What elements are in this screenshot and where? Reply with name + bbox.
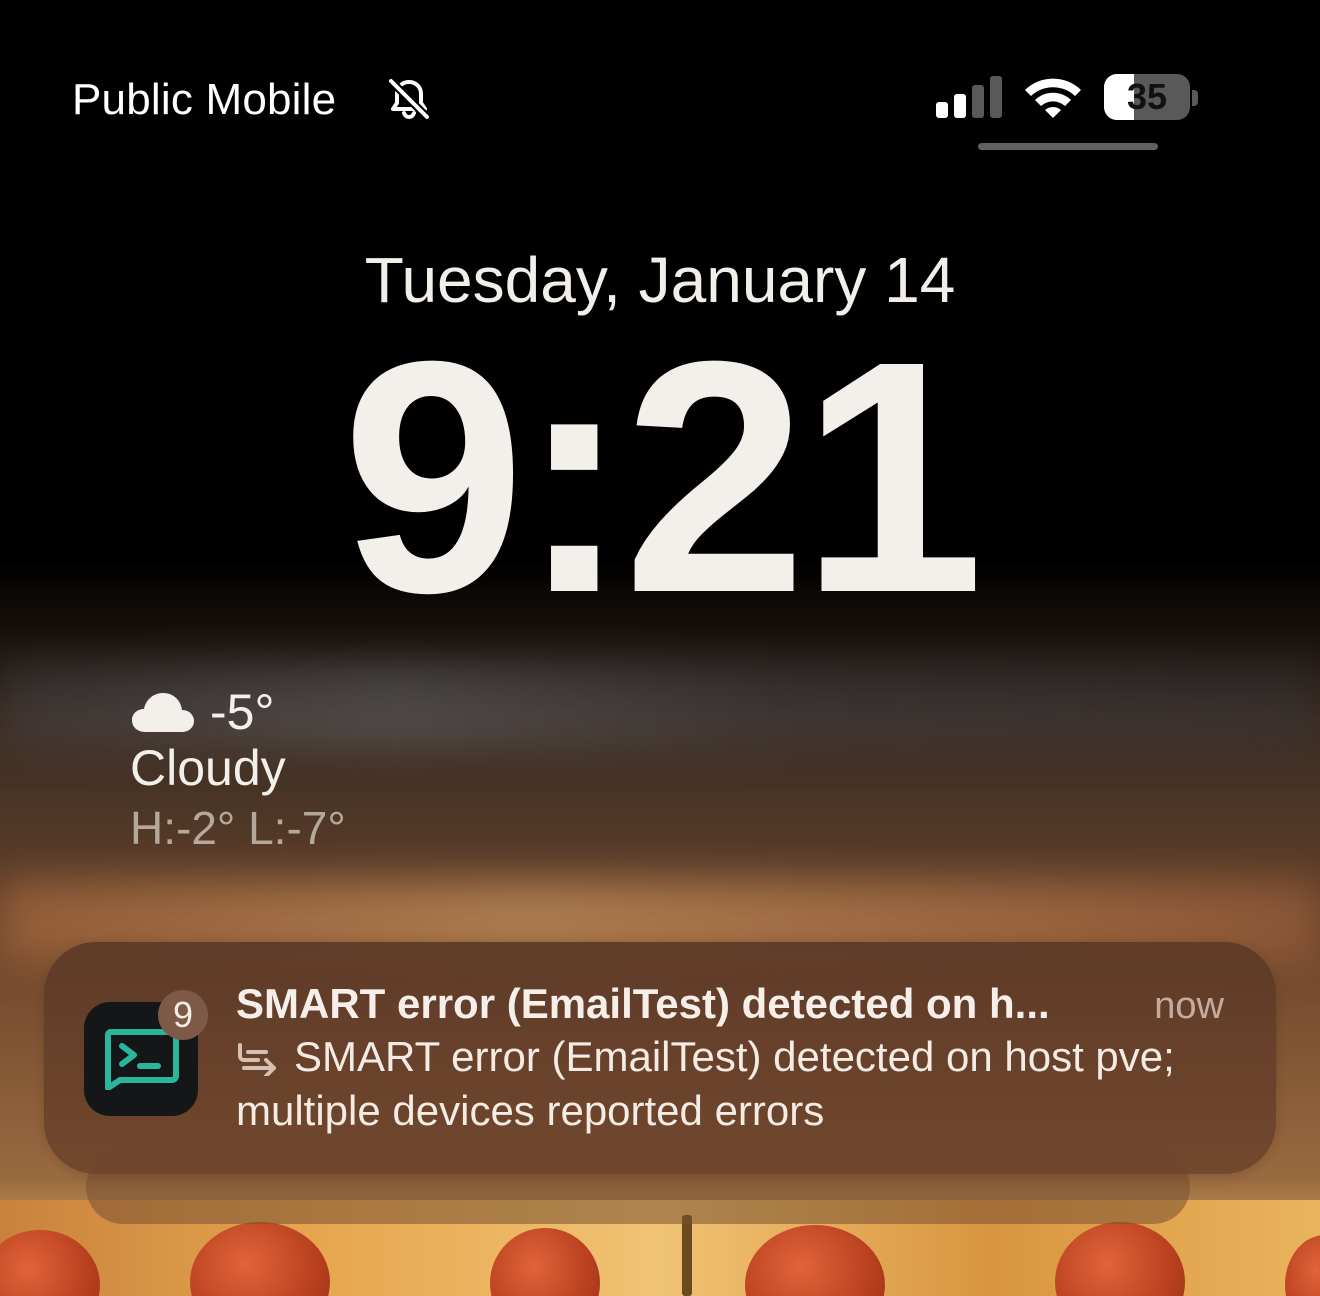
- notification-card[interactable]: 9 SMART error (EmailTest) detected on h.…: [44, 942, 1276, 1174]
- battery-tip: [1192, 90, 1198, 106]
- weather-condition: Cloudy: [130, 740, 286, 796]
- signal-bar: [954, 94, 966, 118]
- notification-body: SMART error (EmailTest) detected on host…: [236, 1033, 1175, 1134]
- battery-percentage: 35: [1126, 76, 1168, 117]
- terminal-icon: [104, 1029, 179, 1090]
- weather-high-low: H:-2° L:-7°: [130, 802, 346, 854]
- signal-bar: [936, 102, 948, 118]
- bell-slash-icon: [387, 77, 431, 121]
- weather-temperature: -5°: [210, 684, 275, 740]
- cloud-icon: [132, 693, 194, 732]
- notification-title: SMART error (EmailTest) detected on h...: [236, 980, 1050, 1027]
- notification-count-badge: 9: [158, 990, 208, 1040]
- lock-screen: Public Mobile 35 Tuesday, January 14 9:2…: [0, 0, 1320, 1296]
- lock-time: 9:21: [341, 292, 984, 661]
- battery-indicator: 35: [1104, 74, 1190, 120]
- signal-bar: [972, 85, 984, 118]
- wifi-icon: [1025, 78, 1081, 118]
- carrier-name: Public Mobile: [72, 75, 337, 124]
- wallpaper-post: [682, 1215, 692, 1296]
- status-bar-indicator: [978, 143, 1158, 150]
- wallpaper-blur-band: [0, 660, 1320, 750]
- cellular-signal-icon: [936, 76, 1002, 118]
- signal-bar: [990, 76, 1002, 118]
- notification-time: now: [1154, 985, 1224, 1027]
